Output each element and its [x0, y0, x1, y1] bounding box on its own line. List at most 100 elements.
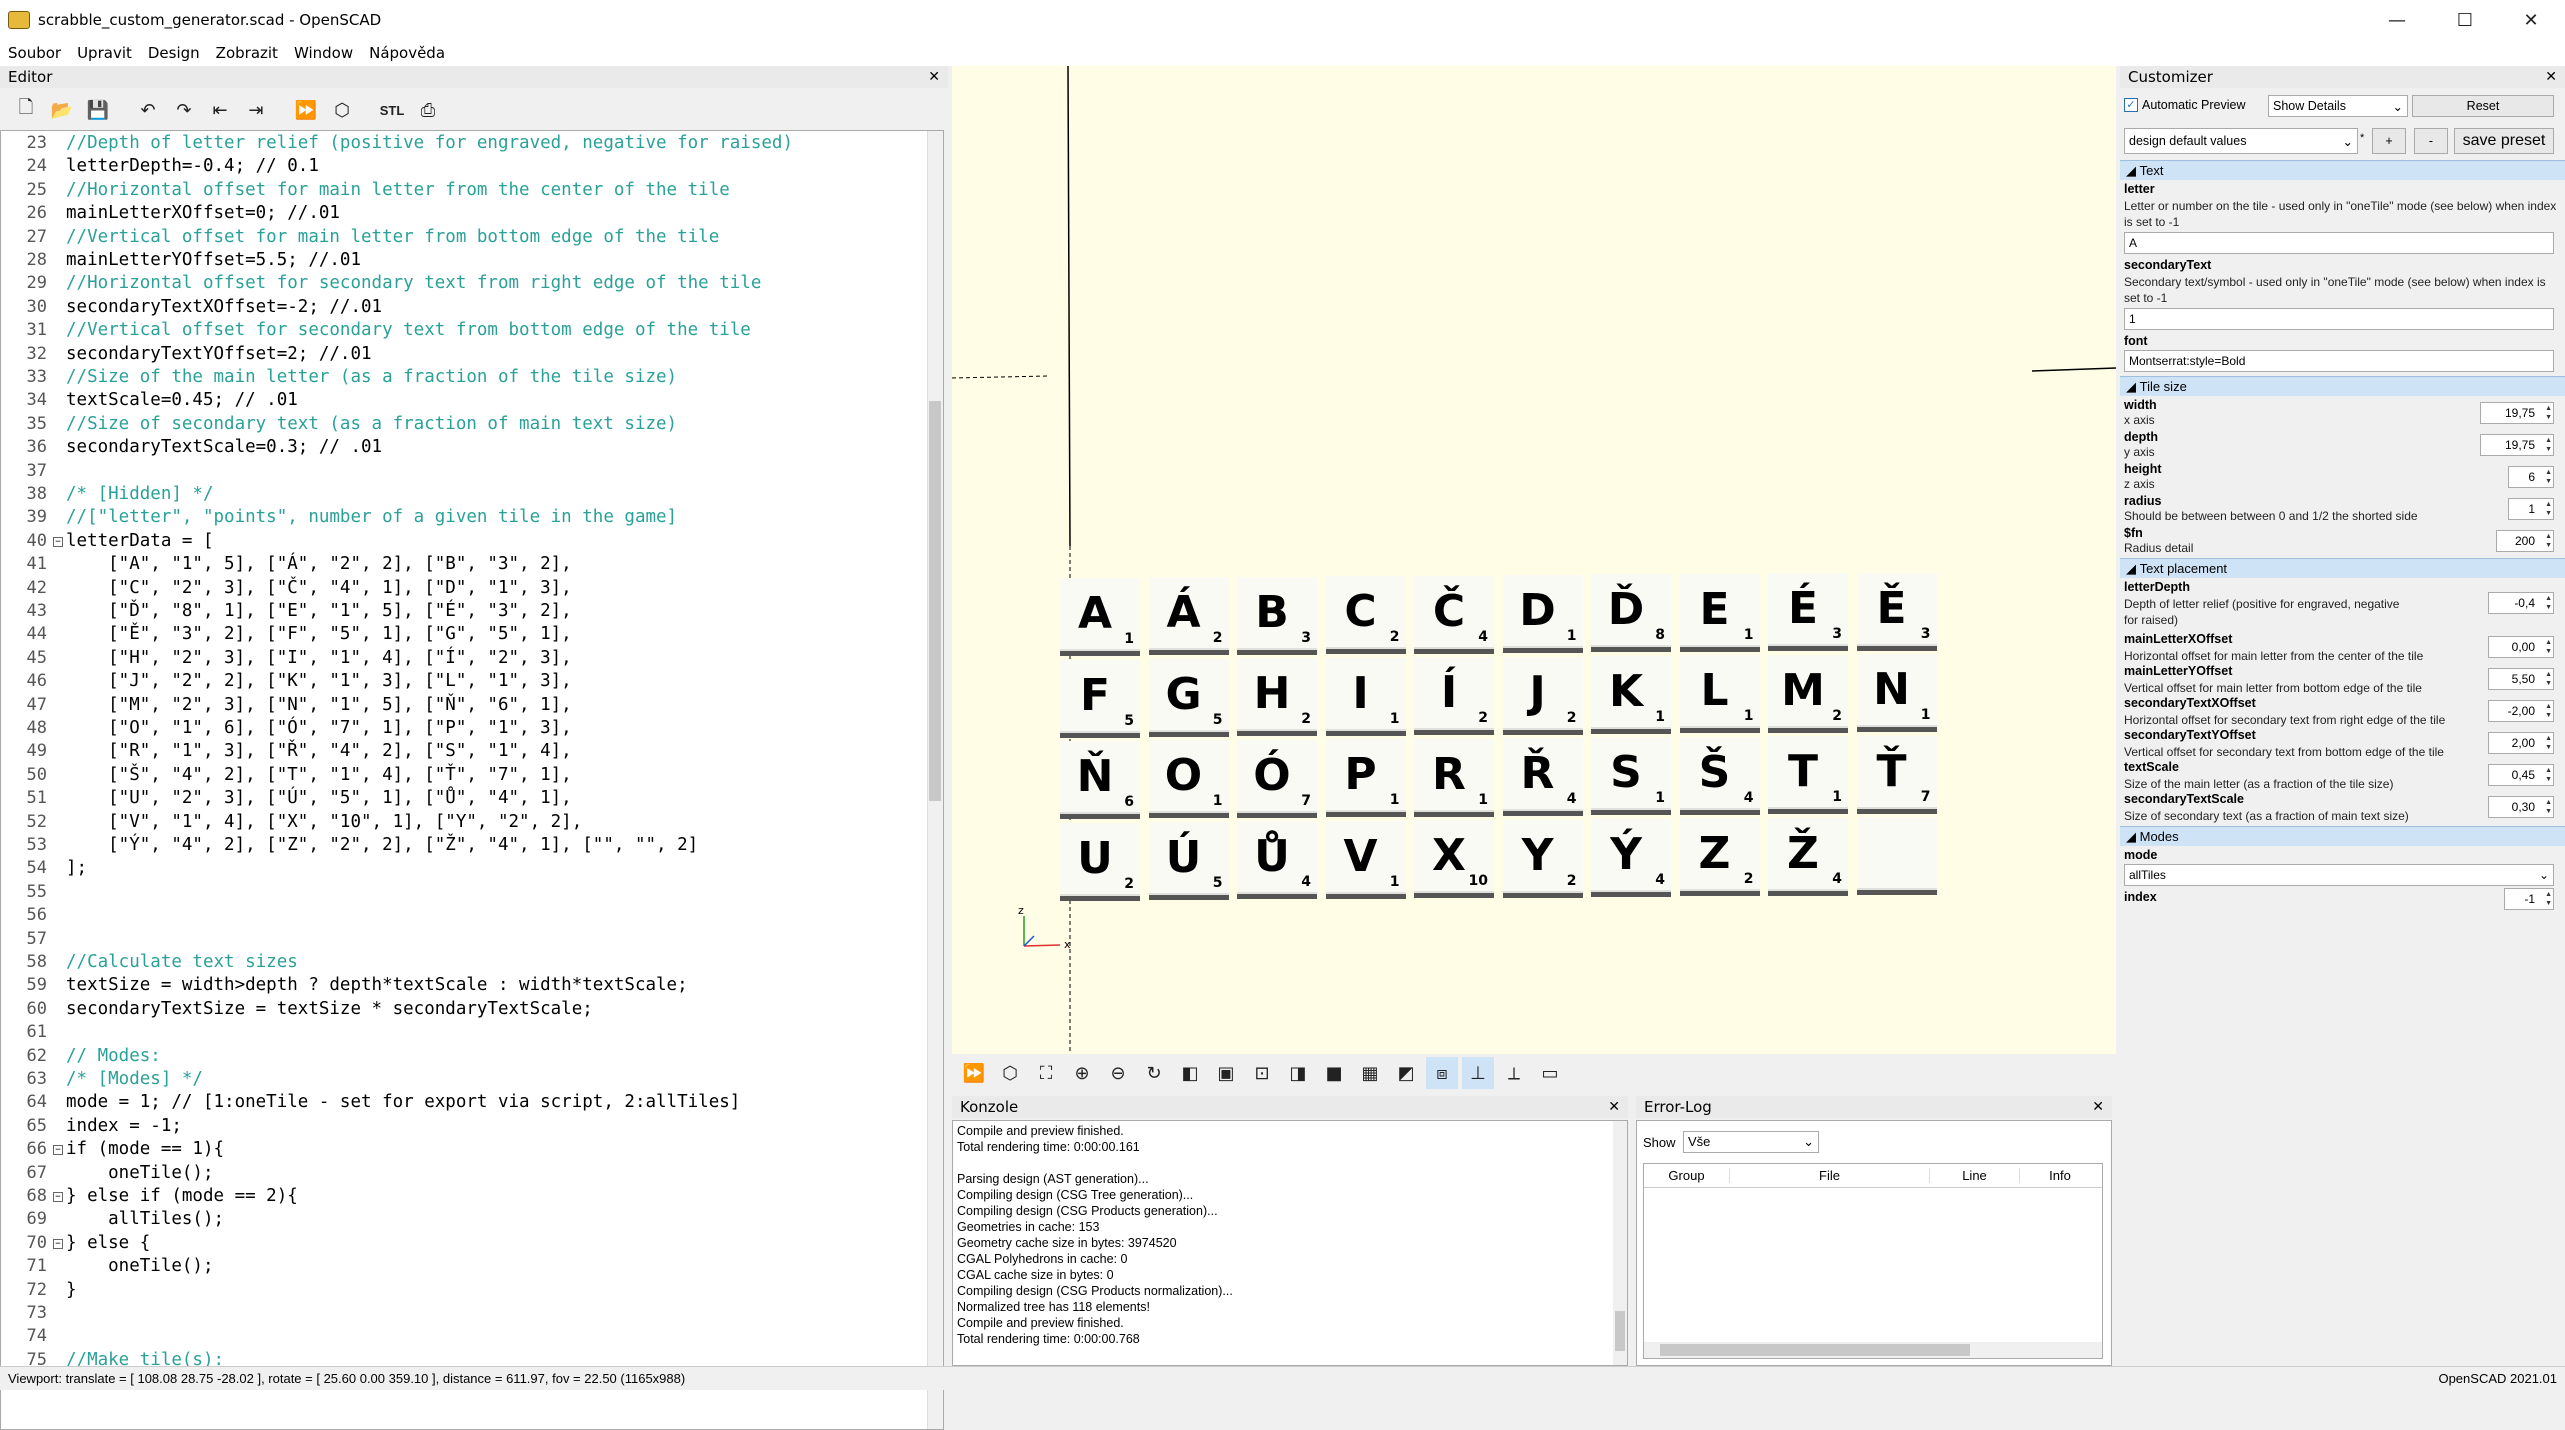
open-file-icon[interactable]: 📂 — [46, 94, 78, 126]
fn-spinbox[interactable]: 200 — [2496, 530, 2554, 552]
reset-button[interactable]: Reset — [2412, 95, 2554, 117]
error-log-hscrollbar[interactable] — [1644, 1342, 2102, 1358]
render-icon[interactable]: ⬡ — [994, 1057, 1026, 1089]
close-window-button[interactable]: ✕ — [2497, 0, 2565, 40]
3d-viewport[interactable]: z x A1Á2B3C2Č4D1Ď8E1É3Ě3F5G5H2I1Í2J2K1L1… — [952, 66, 2116, 1054]
scrabble-tile: G5 — [1148, 658, 1229, 737]
menu-napoveda[interactable]: Nápověda — [361, 44, 453, 62]
unindent-icon[interactable]: ⇤ — [204, 94, 236, 126]
height-spinbox[interactable]: 6 — [2508, 466, 2554, 488]
section-text-placement[interactable]: ◢ Text placement — [2120, 558, 2565, 578]
line-number: 40 — [26, 530, 47, 551]
reset-view-icon[interactable]: ↻ — [1138, 1057, 1170, 1089]
menu-design[interactable]: Design — [140, 44, 208, 62]
index-spinbox[interactable]: -1 — [2504, 888, 2554, 910]
fold-marker-icon[interactable]: − — [53, 1145, 63, 1156]
param-width-name: width — [2124, 398, 2157, 412]
mode-select[interactable]: allTiles ⌄ — [2124, 864, 2554, 886]
fold-marker-icon[interactable]: − — [53, 1192, 63, 1202]
secondary-text-input[interactable]: 1 — [2124, 308, 2554, 330]
radius-spinbox[interactable]: 1 — [2508, 498, 2554, 520]
editor-close-icon[interactable]: ✕ — [928, 69, 940, 85]
save-file-icon[interactable]: 💾 — [82, 94, 114, 126]
mainx-spinbox[interactable]: 0,00 — [2488, 636, 2554, 658]
fold-marker-icon[interactable]: − — [53, 1238, 63, 1249]
indent-icon[interactable]: ⇥ — [240, 94, 272, 126]
customizer-close-icon[interactable]: ✕ — [2545, 69, 2557, 85]
new-file-icon[interactable]: 🗋 — [10, 94, 42, 126]
editor-scroll-thumb[interactable] — [929, 401, 941, 801]
scrabble-tile: I1 — [1325, 657, 1406, 736]
tile-points: 1 — [1655, 790, 1665, 807]
line-number: 64 — [26, 1092, 47, 1113]
textscale-spinbox[interactable]: 0,45 — [2488, 764, 2554, 786]
scrabble-tile: X 10 — [1414, 820, 1494, 899]
export-stl-icon[interactable]: STL — [376, 94, 408, 126]
undo-icon[interactable]: ↶ — [132, 94, 164, 126]
col-file[interactable]: File — [1730, 1168, 1930, 1183]
line-number: 28 — [26, 250, 47, 270]
error-log-close-icon[interactable]: ✕ — [2092, 1099, 2104, 1115]
zoom-in-icon[interactable]: ⊕ — [1066, 1057, 1098, 1089]
preset-select[interactable]: design default values ⌄ — [2124, 128, 2358, 154]
minimize-button[interactable]: — — [2363, 0, 2431, 40]
maximize-button[interactable]: ☐ — [2431, 0, 2499, 40]
preview-icon[interactable]: ⏩ — [290, 94, 322, 126]
view-top-icon[interactable]: ▣ — [1210, 1057, 1242, 1089]
fold-marker-icon[interactable]: − — [53, 536, 63, 547]
show-edges-icon[interactable]: ▭ — [1534, 1057, 1566, 1089]
console-vertical-scrollbar[interactable] — [1613, 1121, 1627, 1365]
console-close-icon[interactable]: ✕ — [1608, 1099, 1620, 1115]
error-log-hscroll-thumb[interactable] — [1660, 1344, 1970, 1356]
col-line[interactable]: Line — [1930, 1168, 2020, 1183]
menu-soubor[interactable]: Soubor — [0, 44, 69, 62]
code-editor[interactable]: 23 24 25 26 27 28 29 30 31 32 33 34 35 36 37 38 39 40−41 4… — [0, 130, 944, 1430]
editor-vertical-scrollbar[interactable] — [927, 131, 943, 1429]
col-info[interactable]: Info — [2020, 1168, 2100, 1183]
preview-icon[interactable]: ⏩ — [958, 1057, 990, 1089]
render-icon[interactable]: ⬡ — [326, 94, 358, 126]
tile-letter: Í — [1440, 667, 1458, 719]
show-axes-icon[interactable]: ⊥ — [1462, 1057, 1494, 1089]
console-scroll-thumb[interactable] — [1615, 1311, 1625, 1351]
letterdepth-spinbox[interactable]: -0,4 — [2488, 592, 2554, 614]
show-scale-icon[interactable]: ⟂ — [1498, 1057, 1530, 1089]
show-details-select[interactable]: Show Details ⌄ — [2268, 95, 2408, 117]
collapse-triangle-icon: ◢ — [2126, 378, 2140, 394]
remove-preset-button[interactable]: - — [2414, 128, 2448, 154]
scrabble-tile: Ó7 — [1237, 739, 1317, 818]
view-left-icon[interactable]: ◨ — [1282, 1057, 1314, 1089]
show-filter-select[interactable]: Vše ⌄ — [1683, 1131, 1819, 1153]
code-line: secondaryTextXOffset=-2; //.01 — [66, 296, 383, 317]
orthogonal-icon[interactable]: ⧈ — [1426, 1057, 1458, 1089]
menu-window[interactable]: Window — [286, 44, 361, 62]
view-all-icon[interactable]: ⛶ — [1030, 1057, 1062, 1089]
mainy-spinbox[interactable]: 5,50 — [2488, 668, 2554, 690]
col-group[interactable]: Group — [1644, 1168, 1730, 1183]
letter-input[interactable]: A — [2124, 232, 2554, 254]
secy-spinbox[interactable]: 2,00 — [2488, 732, 2554, 754]
menu-upravit[interactable]: Upravit — [69, 44, 140, 62]
width-spinbox[interactable]: 19,75 — [2480, 402, 2554, 424]
sectextscale-spinbox[interactable]: 0,30 — [2488, 796, 2554, 818]
send-to-printer-icon[interactable]: ⎙ — [412, 94, 444, 126]
view-back-icon[interactable]: ▦ — [1354, 1057, 1386, 1089]
automatic-preview-checkbox[interactable]: ✓ — [2124, 98, 2138, 112]
redo-icon[interactable]: ↷ — [168, 94, 200, 126]
perspective-icon[interactable]: ◩ — [1390, 1057, 1422, 1089]
zoom-out-icon[interactable]: ⊖ — [1102, 1057, 1134, 1089]
view-right-icon[interactable]: ◧ — [1174, 1057, 1206, 1089]
save-preset-button[interactable]: save preset — [2454, 128, 2554, 154]
section-text[interactable]: ◢ Text — [2120, 160, 2565, 180]
menu-zobrazit[interactable]: Zobrazit — [208, 44, 286, 62]
depth-spinbox[interactable]: 19,75 — [2480, 434, 2554, 456]
font-input[interactable]: Montserrat:style=Bold — [2124, 350, 2554, 372]
view-front-icon[interactable]: ■ — [1318, 1057, 1350, 1089]
view-bottom-icon[interactable]: ⊡ — [1246, 1057, 1278, 1089]
section-modes[interactable]: ◢ Modes — [2120, 826, 2565, 846]
secx-spinbox[interactable]: -2,00 — [2488, 700, 2554, 722]
section-tile-size[interactable]: ◢ Tile size — [2120, 376, 2565, 396]
code-line: } — [66, 1279, 77, 1300]
code-line: ["M", "2", 3], ["N", "1", 5], ["Ň", "6",… — [66, 694, 572, 715]
add-preset-button[interactable]: + — [2372, 128, 2406, 154]
